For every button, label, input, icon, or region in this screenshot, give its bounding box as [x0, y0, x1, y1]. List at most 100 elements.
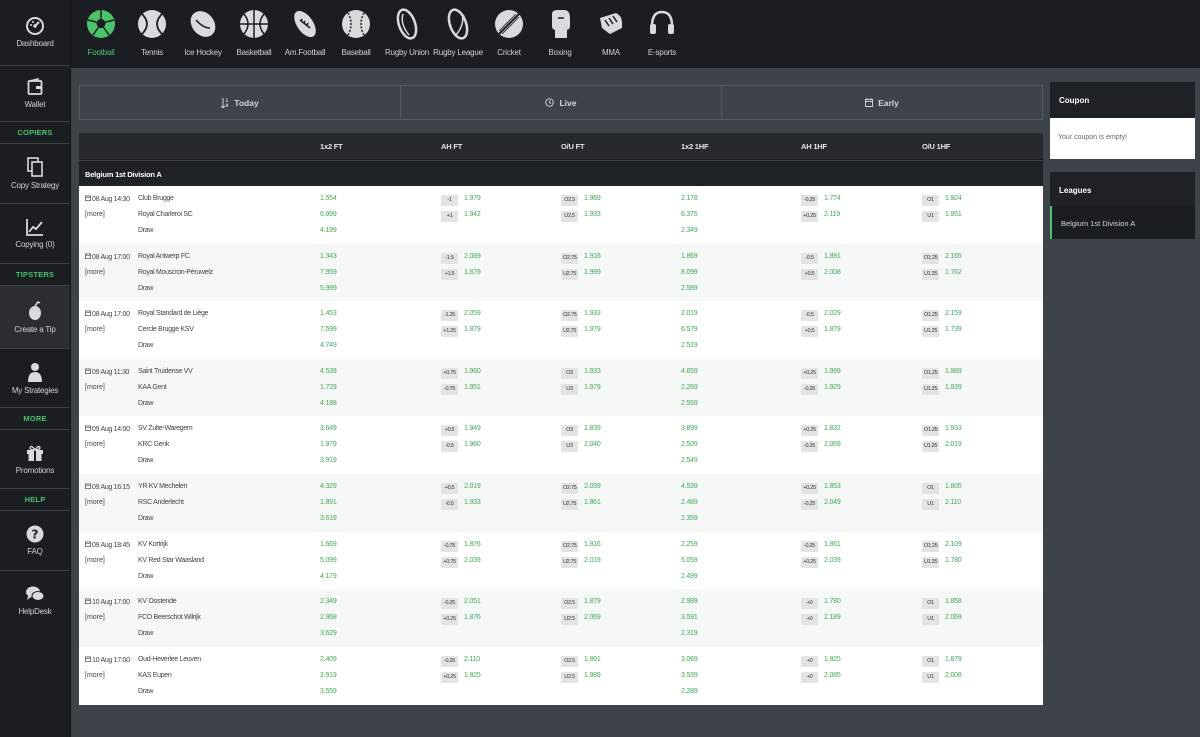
odd-ou-ft[interactable]: 2.019 [584, 557, 601, 564]
sport-football[interactable]: Football [76, 0, 126, 68]
odd-ou-1hf[interactable]: 1.939 [945, 384, 962, 391]
odd-1x2-ft[interactable]: 3.629 [320, 630, 337, 637]
odd-ah-ft[interactable]: 1.879 [464, 326, 481, 333]
odd-ou-ft[interactable]: 1.879 [584, 598, 601, 605]
odd-ou-ft[interactable]: 1.989 [584, 672, 601, 679]
odd-ou-ft[interactable]: 1.933 [584, 368, 601, 375]
odd-1x2-ft[interactable]: 4.749 [320, 342, 337, 349]
odd-1x2-ft[interactable]: 1.453 [320, 310, 337, 317]
odd-1x2-1hf[interactable]: 2.289 [681, 688, 698, 695]
odd-ah-ft[interactable]: 2.039 [464, 557, 481, 564]
odd-ah-ft[interactable]: 2.051 [464, 598, 481, 605]
odd-1x2-ft[interactable]: 3.619 [320, 515, 337, 522]
odd-1x2-1hf[interactable]: 2.559 [681, 400, 698, 407]
odd-ah-1hf[interactable]: 2.008 [824, 269, 841, 276]
odd-ou-ft[interactable]: 1.839 [584, 425, 601, 432]
odd-1x2-ft[interactable]: 2.409 [320, 656, 337, 663]
more-link[interactable]: [more] [85, 211, 105, 218]
sidebar-item-my-strategies[interactable]: My Strategies [0, 349, 70, 408]
odd-1x2-ft[interactable]: 7.959 [320, 269, 337, 276]
odd-ah-1hf[interactable]: 2.029 [824, 310, 841, 317]
odd-1x2-ft[interactable]: 4.329 [320, 483, 337, 490]
odd-ah-1hf[interactable]: 2.049 [824, 499, 841, 506]
odd-ah-1hf[interactable]: 1.999 [824, 368, 841, 375]
odd-1x2-ft[interactable]: 1.343 [320, 253, 337, 260]
odd-1x2-ft[interactable]: 7.599 [320, 326, 337, 333]
odd-1x2-ft[interactable]: 4.179 [320, 573, 337, 580]
more-link[interactable]: [more] [85, 557, 105, 564]
more-link[interactable]: [more] [85, 614, 105, 621]
more-link[interactable]: [more] [85, 672, 105, 679]
odd-ou-ft[interactable]: 1.979 [584, 384, 601, 391]
more-link[interactable]: [more] [85, 441, 105, 448]
sidebar-item-dashboard[interactable]: Dashboard [0, 0, 70, 66]
odd-ah-ft[interactable]: 1.960 [464, 441, 481, 448]
sport-e-sports[interactable]: E-sports [637, 0, 687, 68]
odd-1x2-ft[interactable]: 1.891 [320, 499, 337, 506]
odd-1x2-1hf[interactable]: 2.019 [681, 310, 698, 317]
odd-ou-ft[interactable]: 1.861 [584, 499, 601, 506]
odd-1x2-ft[interactable]: 6.999 [320, 211, 337, 218]
tab-early[interactable]: Early [722, 86, 1042, 119]
odd-ah-ft[interactable]: 1.876 [464, 541, 481, 548]
odd-1x2-1hf[interactable]: 2.499 [681, 573, 698, 580]
odd-ah-1hf[interactable]: 2.119 [824, 211, 840, 218]
odd-1x2-1hf[interactable]: 2.589 [681, 285, 698, 292]
odd-1x2-ft[interactable]: 2.968 [320, 614, 337, 621]
odd-ou-1hf[interactable]: 1.739 [945, 326, 962, 333]
odd-1x2-1hf[interactable]: 2.519 [681, 342, 698, 349]
sidebar-item-wallet[interactable]: Wallet [0, 66, 70, 122]
odd-ah-1hf[interactable]: 1.861 [824, 541, 841, 548]
odd-ou-1hf[interactable]: 2.069 [945, 614, 962, 621]
odd-1x2-ft[interactable]: 3.559 [320, 688, 337, 695]
odd-ou-ft[interactable]: 1.916 [584, 541, 601, 548]
odd-ou-1hf[interactable]: 2.110 [945, 499, 961, 506]
odd-1x2-1hf[interactable]: 2.319 [681, 630, 698, 637]
odd-ou-1hf[interactable]: 1.780 [945, 557, 962, 564]
odd-1x2-ft[interactable]: 1.669 [320, 541, 337, 548]
odd-ah-1hf[interactable]: 1.825 [824, 656, 841, 663]
odd-ah-1hf[interactable]: 2.069 [824, 441, 841, 448]
odd-1x2-1hf[interactable]: 3.539 [681, 672, 698, 679]
sidebar-item-create-tip[interactable]: Create a Tip [0, 286, 70, 349]
odd-ah-1hf[interactable]: 1.774 [824, 195, 841, 202]
odd-ah-ft[interactable]: 1.960 [464, 368, 481, 375]
odd-ou-1hf[interactable]: 1.762 [945, 269, 962, 276]
odd-1x2-1hf[interactable]: 2.178 [681, 195, 698, 202]
odd-ou-1hf[interactable]: 1.858 [945, 598, 962, 605]
odd-1x2-1hf[interactable]: 2.509 [681, 441, 698, 448]
odd-1x2-ft[interactable]: 4.188 [320, 400, 337, 407]
odd-ah-1hf[interactable]: 2.085 [824, 672, 841, 679]
odd-1x2-1hf[interactable]: 2.349 [681, 227, 698, 234]
odd-1x2-1hf[interactable]: 2.489 [681, 499, 698, 506]
odd-1x2-1hf[interactable]: 4.659 [681, 368, 698, 375]
tab-today[interactable]: 19 Today [80, 86, 401, 119]
odd-ou-1hf[interactable]: 2.159 [945, 310, 962, 317]
odd-ou-ft[interactable]: 2.039 [584, 483, 601, 490]
odd-ah-ft[interactable]: 1.876 [464, 614, 481, 621]
odd-ah-ft[interactable]: 1.879 [464, 269, 481, 276]
odd-ah-1hf[interactable]: 2.039 [824, 557, 841, 564]
odd-ah-1hf[interactable]: 1.780 [824, 598, 841, 605]
sport-basketball[interactable]: Basketball [229, 0, 279, 68]
odd-ah-1hf[interactable]: 1.853 [824, 483, 841, 490]
odd-1x2-ft[interactable]: 3.919 [320, 457, 337, 464]
odd-ou-1hf[interactable]: 1.805 [945, 483, 962, 490]
odd-ah-1hf[interactable]: 1.832 [824, 425, 841, 432]
odd-ou-1hf[interactable]: 2.019 [945, 441, 962, 448]
odd-ou-ft[interactable]: 1.933 [584, 211, 601, 218]
odd-ou-1hf[interactable]: 1.879 [945, 656, 962, 663]
odd-1x2-1hf[interactable]: 3.591 [681, 614, 698, 621]
odd-1x2-ft[interactable]: 5.999 [320, 285, 337, 292]
odd-ah-1hf[interactable]: 2.189 [824, 614, 841, 621]
odd-1x2-1hf[interactable]: 3.899 [681, 425, 698, 432]
more-link[interactable]: [more] [85, 269, 105, 276]
odd-ou-ft[interactable]: 1.916 [584, 253, 601, 260]
odd-ah-ft[interactable]: 1.933 [464, 499, 481, 506]
sport-am-football[interactable]: Am.Football [280, 0, 330, 68]
odd-ah-ft[interactable]: 1.949 [464, 425, 481, 432]
odd-ah-1hf[interactable]: 1.929 [824, 384, 841, 391]
odd-ah-ft[interactable]: 2.110 [464, 656, 480, 663]
odd-ou-ft[interactable]: 2.040 [584, 441, 601, 448]
more-link[interactable]: [more] [85, 499, 105, 506]
